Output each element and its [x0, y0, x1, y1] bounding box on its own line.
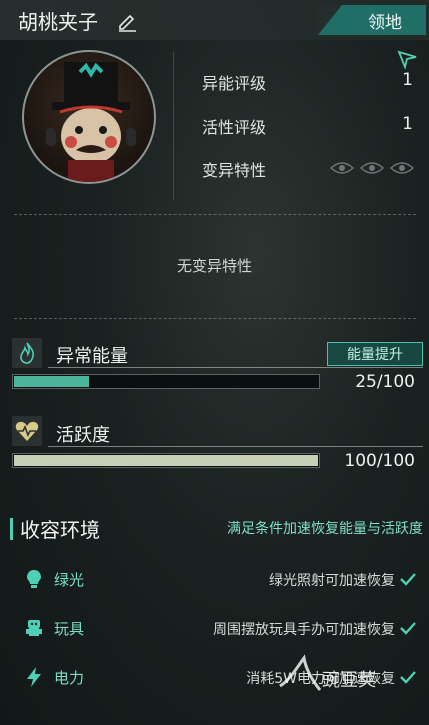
- stat-label-activity-rating: 活性评级: [202, 118, 267, 137]
- energy-title: 异常能量: [56, 346, 128, 367]
- avatar: [22, 50, 156, 184]
- section-accent: [10, 518, 13, 540]
- heartbeat-icon: [12, 416, 42, 446]
- stat-label-ability: 异能评级: [202, 74, 267, 93]
- env-desc-toys: 周围摆放玩具手办可加速恢复: [213, 622, 395, 638]
- eye-icon: [390, 162, 414, 174]
- stat-value-ability: 1: [402, 70, 413, 90]
- stat-value-activity-rating: 1: [402, 114, 413, 134]
- divider-dashed: [14, 214, 416, 215]
- activity-bar-fill: [14, 455, 318, 466]
- territory-button[interactable]: 领地: [318, 5, 426, 35]
- check-icon: [400, 573, 416, 586]
- stat-label-mutation: 变异特性: [202, 161, 267, 180]
- bulb-icon: [27, 570, 41, 588]
- divider-vertical: [173, 52, 174, 200]
- edit-icon[interactable]: [116, 10, 138, 32]
- check-icon: [400, 622, 416, 635]
- env-name-power: 电力: [54, 669, 85, 687]
- divider-dashed: [14, 318, 416, 319]
- energy-value: 25/100: [355, 372, 415, 392]
- containment-title: 收容环境: [20, 518, 100, 542]
- energy-underline: [48, 367, 423, 368]
- activity-title: 活跃度: [56, 425, 110, 446]
- energy-bar-fill: [14, 376, 89, 387]
- eye-icon: [330, 162, 354, 174]
- lightning-icon: [27, 667, 41, 687]
- nutcracker-portrait: [46, 62, 136, 182]
- env-desc-green-light: 绿光照射可加速恢复: [269, 573, 395, 589]
- navigate-icon[interactable]: [396, 48, 418, 70]
- territory-label: 领地: [368, 12, 402, 33]
- env-name-green-light: 绿光: [54, 571, 85, 589]
- env-name-toys: 玩具: [54, 620, 85, 638]
- eye-icon: [360, 162, 384, 174]
- energy-boost-button[interactable]: 能量提升: [327, 342, 423, 366]
- activity-value: 100/100: [344, 451, 415, 471]
- watermark-text: 豌豆荚: [322, 670, 376, 691]
- activity-underline: [48, 446, 423, 447]
- toy-icon: [26, 620, 42, 636]
- activity-bar: [12, 453, 320, 468]
- flame-icon: [12, 338, 42, 368]
- containment-note: 满足条件加速恢复能量与活跃度: [227, 521, 423, 537]
- no-mutation-text: 无变异特性: [176, 257, 252, 275]
- anomaly-name: 胡桃夹子: [18, 10, 98, 34]
- energy-bar: [12, 374, 320, 389]
